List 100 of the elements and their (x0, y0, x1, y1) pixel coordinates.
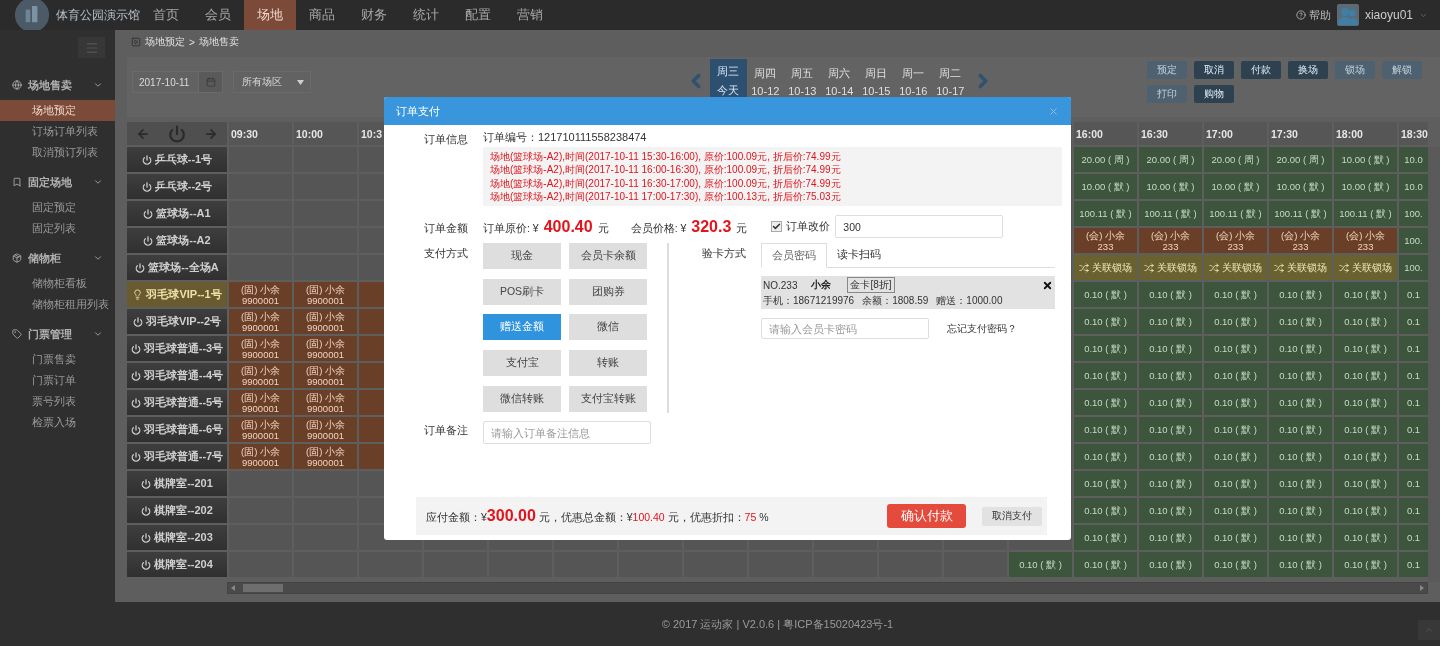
price-slot[interactable]: 0.10 ( 默 ) (1139, 336, 1202, 361)
price-slot[interactable]: 0.10 ( 默 ) (1334, 498, 1397, 523)
price-slot[interactable]: 0.10 ( 默 ) (1139, 552, 1202, 577)
cancel-payment-button[interactable]: 取消支付 (982, 506, 1042, 526)
payment-method[interactable]: 支付宝 (483, 349, 561, 376)
checkbox[interactable] (771, 221, 783, 233)
price-slot[interactable]: 0.10 ( 默 ) (1074, 390, 1137, 415)
price-slot[interactable]: 0.10 ( 默 ) (1269, 282, 1332, 307)
nav-tab[interactable]: 财务 (348, 0, 400, 30)
verify-tab[interactable]: 读卡扫码 (827, 243, 891, 268)
sidebar-group[interactable]: 场地售卖 (0, 74, 115, 96)
price-slot[interactable]: 0.1 (1399, 498, 1428, 523)
forgot-password-link[interactable]: 忘记支付密码？ (947, 321, 1017, 336)
court-name[interactable]: 篮球场--全场A (127, 255, 227, 280)
price-slot[interactable]: 0.10 ( 默 ) (1204, 498, 1267, 523)
price-slot[interactable]: 0.10 ( 默 ) (1139, 309, 1202, 334)
booking-slot[interactable]: (固) 小余 9900001 (294, 444, 357, 469)
court-name[interactable]: 篮球场--A2 (127, 228, 227, 253)
scroll-right-icon[interactable] (1420, 585, 1424, 591)
booking-slot[interactable]: (固) 小余 9900001 (229, 390, 292, 415)
booking-slot[interactable]: (会) 小余 233 (1269, 228, 1332, 253)
price-slot[interactable]: 0.10 ( 默 ) (1074, 552, 1137, 577)
sidebar-item[interactable]: 门票售卖 (0, 349, 115, 370)
price-slot[interactable]: 0.10 ( 默 ) (1269, 498, 1332, 523)
sidebar-group[interactable]: 储物柜 (0, 247, 115, 269)
price-slot[interactable]: 0.10 ( 默 ) (1009, 552, 1072, 577)
price-slot[interactable]: 10.00 ( 默 ) (1204, 174, 1267, 199)
booking-slot[interactable]: (固) 小余 9900001 (229, 444, 292, 469)
booking-slot[interactable]: (固) 小余 9900001 (229, 309, 292, 334)
nav-tab[interactable]: 商品 (296, 0, 348, 30)
power-button[interactable] (168, 124, 186, 143)
price-slot[interactable]: 100. (1399, 228, 1428, 253)
price-slot[interactable]: 0.10 ( 默 ) (1139, 498, 1202, 523)
scrollbar-thumb[interactable] (243, 584, 283, 592)
court-name[interactable]: 篮球场--A1 (127, 201, 227, 226)
price-slot[interactable]: 0.10 ( 默 ) (1334, 552, 1397, 577)
payment-method[interactable]: 会员卡余额 (569, 243, 647, 270)
slot-cell[interactable]: 关联锁场 (1074, 255, 1137, 280)
sidebar-group[interactable]: 固定场地 (0, 171, 115, 193)
sidebar-item[interactable]: 订场订单列表 (0, 121, 115, 142)
price-slot[interactable]: 0.10 ( 默 ) (1204, 417, 1267, 442)
booking-slot[interactable]: (固) 小余 9900001 (294, 363, 357, 388)
action-button[interactable]: 购物 (1193, 85, 1234, 103)
price-slot[interactable]: 0.10 ( 默 ) (1074, 471, 1137, 496)
price-slot[interactable]: 0.10 ( 默 ) (1334, 363, 1397, 388)
court-name[interactable]: 羽毛球普通--7号 (127, 444, 227, 469)
payment-method[interactable]: 支付宝转账 (569, 385, 647, 412)
booking-slot[interactable]: (固) 小余 9900001 (294, 417, 357, 442)
sidebar-item[interactable]: 固定列表 (0, 218, 115, 239)
court-name[interactable]: 羽毛球普通--6号 (127, 417, 227, 442)
court-name[interactable]: 羽毛球VIP--1号 (127, 282, 227, 307)
price-slot[interactable]: 0.10 ( 默 ) (1269, 417, 1332, 442)
confirm-payment-button[interactable]: 确认付款 (887, 504, 966, 528)
booking-slot[interactable]: (固) 小余 9900001 (229, 336, 292, 361)
court-name[interactable]: 羽毛球VIP--2号 (127, 309, 227, 334)
price-slot[interactable]: 0.10 ( 默 ) (1074, 282, 1137, 307)
booking-slot[interactable]: (固) 小余 9900001 (294, 309, 357, 334)
breadcrumb-link[interactable]: 场地预定 (145, 35, 185, 49)
slot-cell[interactable]: 关联锁场 (1139, 255, 1202, 280)
booking-slot[interactable]: (固) 小余 9900001 (229, 363, 292, 388)
court-name[interactable]: 羽毛球普通--4号 (127, 363, 227, 388)
horizontal-scrollbar[interactable] (227, 582, 1428, 594)
slot-cell[interactable]: 关联锁场 (1204, 255, 1267, 280)
price-slot[interactable]: 0.1 (1399, 444, 1428, 469)
price-slot[interactable]: 10.0 (1399, 147, 1428, 172)
price-slot[interactable]: 0.10 ( 默 ) (1204, 471, 1267, 496)
price-slot[interactable]: 0.1 (1399, 552, 1428, 577)
password-input[interactable]: 请输入会员卡密码 (761, 318, 929, 340)
price-slot[interactable]: 0.10 ( 默 ) (1139, 471, 1202, 496)
nav-tab[interactable]: 会员 (192, 0, 244, 30)
price-slot[interactable]: 0.10 ( 默 ) (1334, 471, 1397, 496)
payment-method[interactable]: POS刷卡 (483, 278, 561, 305)
price-slot[interactable]: 0.10 ( 默 ) (1334, 390, 1397, 415)
sidebar-item[interactable]: 储物柜租用列表 (0, 294, 115, 315)
price-slot[interactable]: 0.10 ( 默 ) (1334, 525, 1397, 550)
action-button[interactable]: 换场 (1287, 61, 1328, 79)
price-slot[interactable]: 0.10 ( 默 ) (1074, 417, 1137, 442)
price-slot[interactable]: 0.10 ( 默 ) (1334, 309, 1397, 334)
court-name[interactable]: 棋牌室--202 (127, 498, 227, 523)
menu-toggle[interactable] (78, 37, 105, 58)
price-slot[interactable]: 0.10 ( 默 ) (1334, 336, 1397, 361)
sidebar-item[interactable]: 取消预订列表 (0, 142, 115, 163)
price-slot[interactable]: 0.10 ( 默 ) (1139, 417, 1202, 442)
user-avatar-icon[interactable] (1336, 4, 1359, 26)
payment-method[interactable]: 转账 (569, 349, 647, 376)
sidebar-item[interactable]: 门票订单 (0, 370, 115, 391)
price-input[interactable]: 300 (835, 215, 1004, 239)
payment-method[interactable]: 微信转账 (483, 385, 561, 412)
date-field[interactable]: 2017-10-11 (132, 71, 224, 93)
court-name[interactable]: 乒乓球--2号 (127, 174, 227, 199)
price-slot[interactable]: 100.11 ( 默 ) (1334, 201, 1397, 226)
booking-slot[interactable]: (固) 小余 9900001 (294, 282, 357, 307)
verify-tab[interactable]: 会员密码 (761, 243, 827, 269)
booking-slot[interactable]: (会) 小余 233 (1204, 228, 1267, 253)
price-slot[interactable]: 100. (1399, 255, 1428, 280)
price-slot[interactable]: 0.10 ( 默 ) (1269, 525, 1332, 550)
booking-slot[interactable]: (固) 小余 9900001 (229, 417, 292, 442)
sidebar-item[interactable]: 储物柜看板 (0, 273, 115, 294)
price-slot[interactable]: 0.10 ( 默 ) (1204, 390, 1267, 415)
price-slot[interactable]: 20.00 ( 周 ) (1139, 147, 1202, 172)
